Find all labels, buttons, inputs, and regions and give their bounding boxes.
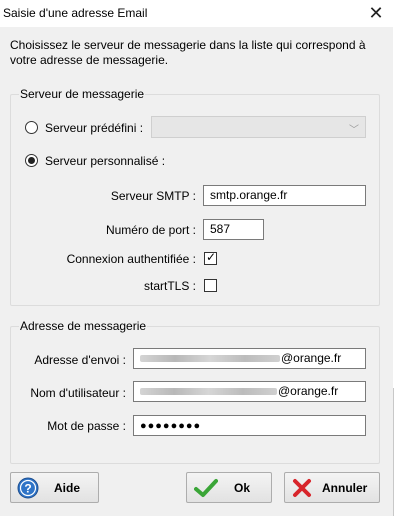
svg-text:?: ? <box>24 482 31 496</box>
username-suffix: @orange.fr <box>278 384 339 398</box>
close-icon[interactable]: ✕ <box>359 0 393 26</box>
username-input[interactable]: @orange.fr <box>133 381 366 402</box>
blurred-text <box>140 388 277 396</box>
email-address-dialog: Saisie d'une adresse Email ✕ Choisissez … <box>0 0 395 516</box>
checkmark-icon: ✓ <box>206 250 217 264</box>
auth-checkbox[interactable]: ✓ <box>204 250 217 265</box>
help-icon: ? <box>17 477 39 499</box>
custom-server-label: Serveur personnalisé : <box>45 154 166 168</box>
ok-button[interactable]: Ok <box>186 472 272 503</box>
password-label: Mot de passe : <box>47 419 126 433</box>
title-bar: Saisie d'une adresse Email ✕ <box>0 0 393 27</box>
password-mask: ●●●●●●●● <box>140 420 202 432</box>
custom-server-radio[interactable] <box>25 154 38 167</box>
smtp-label: Serveur SMTP : <box>110 189 196 203</box>
starttls-checkbox[interactable] <box>204 279 217 292</box>
ok-button-label: Ok <box>234 481 251 495</box>
sender-suffix: @orange.fr <box>281 351 342 365</box>
intro-text: Choisissez le serveur de messagerie dans… <box>10 38 366 67</box>
predefined-server-radio[interactable] <box>25 121 38 134</box>
sender-address-input[interactable]: @orange.fr <box>133 348 366 369</box>
password-input[interactable]: ●●●●●●●● <box>133 415 366 436</box>
cancel-button-label: Annuler <box>322 481 368 495</box>
smtp-server-input[interactable]: smtp.orange.fr <box>203 185 366 206</box>
blurred-text <box>140 355 280 363</box>
sender-label: Adresse d'envoi : <box>34 353 126 367</box>
server-group-title: Serveur de messagerie <box>19 87 146 101</box>
predefined-server-select[interactable]: ﹀ <box>151 116 366 138</box>
cancel-x-icon <box>293 479 311 497</box>
window-edge-line <box>393 388 394 516</box>
port-label: Numéro de port : <box>105 223 196 237</box>
starttls-label: startTLS : <box>143 279 196 293</box>
checkmark-icon <box>194 479 218 497</box>
help-button-label: Aide <box>54 481 81 495</box>
username-label: Nom d'utilisateur : <box>30 386 126 400</box>
predefined-server-label: Serveur prédéfini : <box>45 121 144 135</box>
help-button[interactable]: ? Aide <box>10 472 99 503</box>
auth-label: Connexion authentifiée : <box>66 252 196 266</box>
address-group-title: Adresse de messagerie <box>19 319 148 333</box>
window-title: Saisie d'une adresse Email <box>3 6 148 20</box>
cancel-button[interactable]: Annuler <box>284 472 380 503</box>
chevron-down-icon: ﹀ <box>349 125 359 136</box>
port-input[interactable]: 587 <box>203 219 264 240</box>
